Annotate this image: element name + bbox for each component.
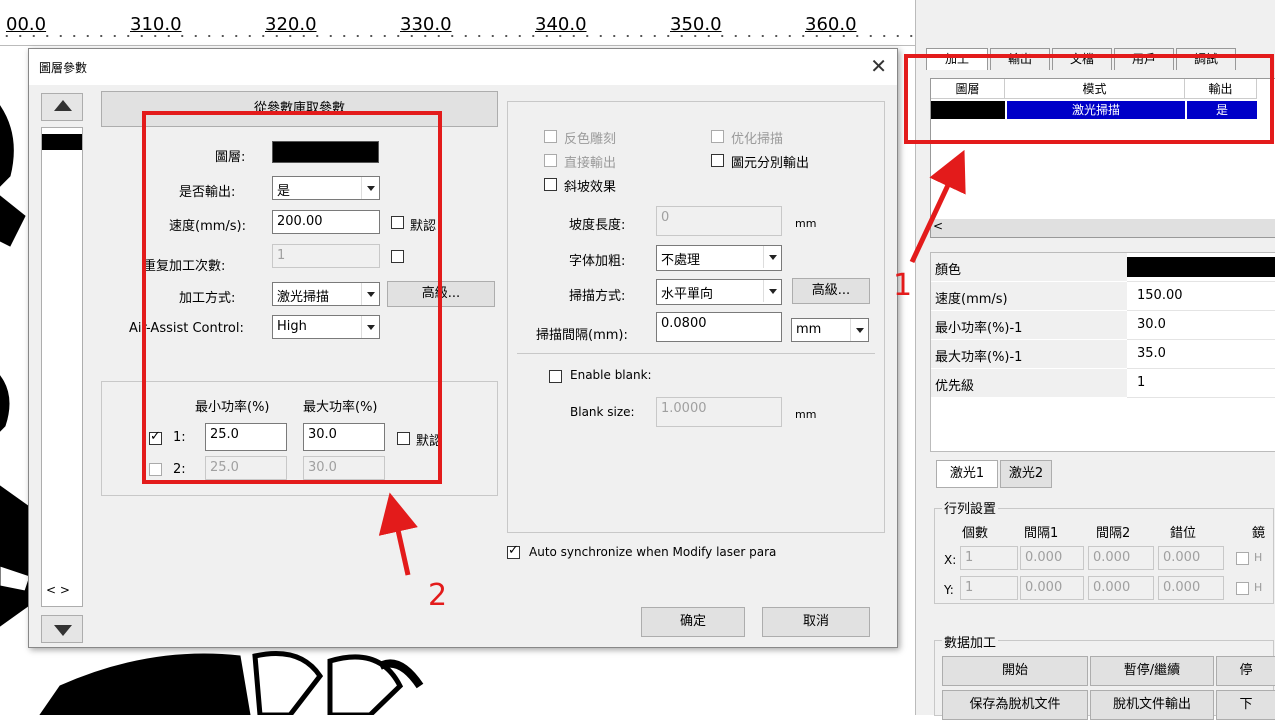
annotation-arrows [378,149,966,576]
annotation-label-1: 1 [893,268,913,303]
annotation-label-2: 2 [428,578,448,613]
arrow-1 [909,149,966,264]
arrow-2 [378,492,418,576]
